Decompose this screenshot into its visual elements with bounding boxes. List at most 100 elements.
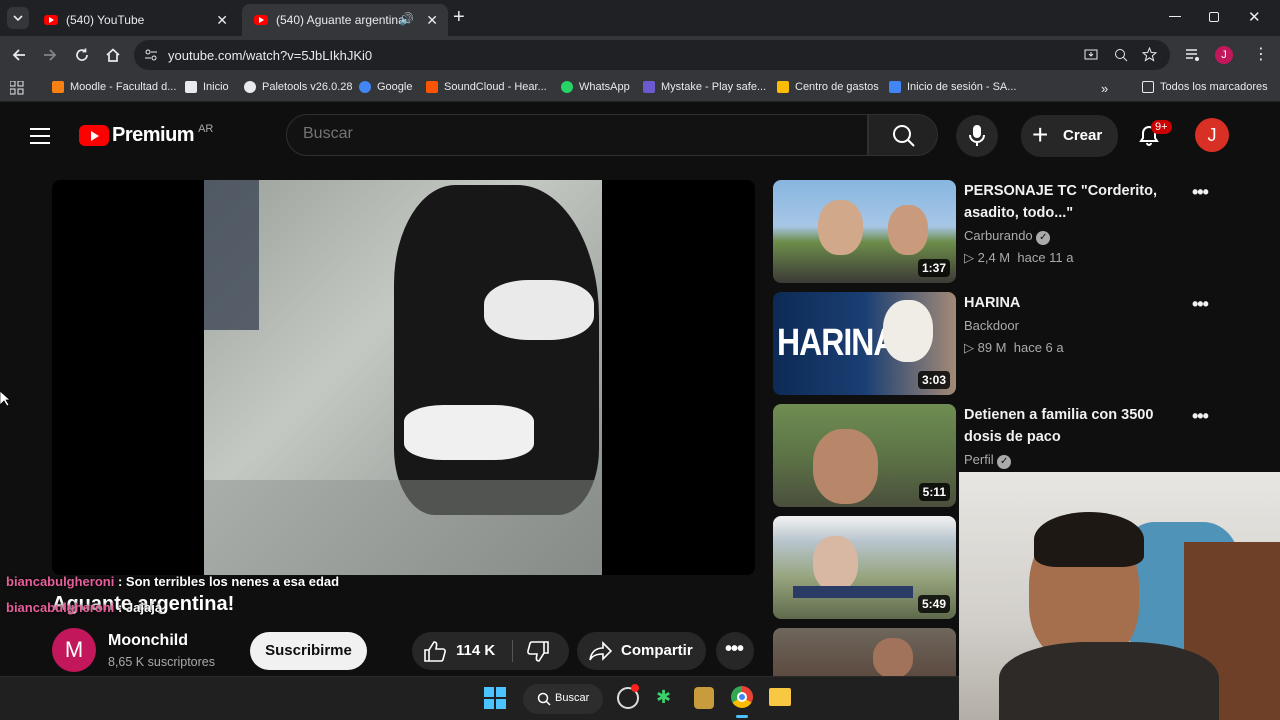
youtube-favicon-icon <box>44 15 58 25</box>
create-button[interactable]: + Crear <box>1021 115 1118 157</box>
more-horizontal-icon: ••• <box>725 638 744 660</box>
mystake-icon <box>643 81 655 93</box>
minimize-button[interactable] <box>1169 16 1181 17</box>
recommendation-channel[interactable]: Backdoor <box>964 318 1019 333</box>
channel-label: Carburando <box>964 228 1033 243</box>
all-bookmarks-folder[interactable]: Todos los marcadores <box>1142 81 1268 93</box>
recommendation-thumbnail[interactable]: HARINA 3:03 <box>773 292 956 395</box>
bookmark-paletools[interactable]: Paletools v26.0.28 <box>244 81 353 93</box>
recommendation-title[interactable]: HARINA <box>964 292 1174 314</box>
audio-playing-icon[interactable]: 🔊 <box>399 12 414 26</box>
login-icon <box>889 81 901 93</box>
media-control-icon[interactable] <box>1185 47 1201 63</box>
bookmark-moodle[interactable]: Moodle - Facultad d... <box>52 81 176 93</box>
active-app-indicator <box>736 715 748 718</box>
forward-arrow-icon[interactable] <box>41 46 59 64</box>
recommendation-channel[interactable]: Perfil ✓ <box>964 452 1012 469</box>
close-tab-icon[interactable]: ✕ <box>426 12 438 29</box>
search-box[interactable] <box>286 114 868 156</box>
bookmark-label: SoundCloud - Hear... <box>444 81 547 93</box>
more-actions-button[interactable]: ••• <box>716 632 754 670</box>
file-explorer-icon[interactable] <box>769 688 791 706</box>
browser-menu-icon[interactable]: ⋮ <box>1253 44 1269 64</box>
voice-search-button[interactable] <box>956 115 998 157</box>
windows-start-icon[interactable] <box>484 687 506 709</box>
bookmark-star-icon[interactable] <box>1142 47 1157 62</box>
restore-button[interactable] <box>1209 12 1219 22</box>
chrome-icon[interactable] <box>731 686 753 708</box>
microphone-icon <box>969 125 985 146</box>
recommendation-thumbnail[interactable]: 1:37 <box>773 180 956 283</box>
bookmark-inicio-sesion[interactable]: Inicio de sesión - SA... <box>889 81 1016 93</box>
new-tab-button[interactable]: + <box>453 6 465 29</box>
browser-tab-youtube[interactable]: (540) YouTube ✕ <box>32 4 238 36</box>
zoom-icon[interactable] <box>1114 48 1128 62</box>
tab-title: (540) Aguante argentina! - <box>276 13 406 27</box>
bookmarks-bar: Moodle - Facultad d... Inicio Paletools … <box>0 74 1280 102</box>
taskbar-search-button[interactable]: Buscar <box>523 684 603 714</box>
install-app-icon[interactable] <box>1084 48 1098 62</box>
profile-avatar[interactable]: J <box>1215 46 1233 64</box>
video-player[interactable] <box>52 180 755 575</box>
recommendation-title[interactable]: Detienen a familia con 3500 dosis de pac… <box>964 404 1174 448</box>
search-button[interactable] <box>868 114 938 156</box>
video-duration: 1:37 <box>917 259 950 277</box>
upload-age: hace 6 a <box>1013 340 1064 355</box>
youtube-premium-logo[interactable]: Premium AR <box>79 123 213 147</box>
reload-icon[interactable] <box>73 46 91 64</box>
bookmark-mystake[interactable]: Mystake - Play safe... <box>643 81 766 93</box>
bookmark-whatsapp[interactable]: WhatsApp <box>561 81 630 93</box>
youtube-favicon-icon <box>254 15 268 25</box>
bookmark-inicio[interactable]: Inicio <box>185 81 229 93</box>
recommendation-title[interactable]: PERSONAJE TC "Corderito, asadito, todo..… <box>964 180 1174 224</box>
tab-title: (540) YouTube <box>66 13 145 27</box>
search-input[interactable] <box>303 125 843 143</box>
like-button[interactable]: 114 K <box>412 632 512 670</box>
back-arrow-icon[interactable] <box>10 46 28 64</box>
recommendation-menu-icon[interactable]: ••• <box>1192 294 1209 315</box>
moodle-icon <box>52 81 64 93</box>
soundcloud-icon <box>426 81 438 93</box>
thumbs-down-icon[interactable] <box>526 641 550 663</box>
video-duration: 5:49 <box>917 595 950 613</box>
account-avatar[interactable]: J <box>1195 118 1229 152</box>
bookmark-google[interactable]: Google <box>359 81 412 93</box>
tab-search-button[interactable] <box>7 7 29 29</box>
site-info-icon[interactable] <box>144 48 158 62</box>
app-icon-league[interactable] <box>694 687 714 709</box>
bookmark-centro-gastos[interactable]: Centro de gastos <box>777 81 879 93</box>
recommendation-menu-icon[interactable]: ••• <box>1192 182 1209 203</box>
chat-username: biancabulgheroni <box>6 600 115 615</box>
bookmark-soundcloud[interactable]: SoundCloud - Hear... <box>426 81 547 93</box>
task-view-icon[interactable] <box>617 684 639 709</box>
close-window-button[interactable]: ✕ <box>1248 8 1261 26</box>
bookmark-label: Inicio de sesión - SA... <box>907 81 1017 93</box>
channel-avatar[interactable]: M <box>52 628 96 672</box>
notification-badge: 9+ <box>1151 120 1172 134</box>
windows-taskbar: Buscar ✱ <box>0 676 959 720</box>
webcam-overlay <box>959 472 1280 720</box>
subscriber-count: 8,65 K suscriptores <box>108 655 215 669</box>
apps-grid-icon[interactable] <box>10 81 24 95</box>
bookmark-label: Paletools v26.0.28 <box>262 81 353 93</box>
address-bar[interactable]: youtube.com/watch?v=5JbLIkhJKi0 <box>134 40 1170 70</box>
video-duration: 3:03 <box>917 371 950 389</box>
more-bookmarks-chevron-icon[interactable]: » <box>1101 81 1108 96</box>
youtube-play-logo-icon <box>79 125 109 146</box>
share-button[interactable]: Compartir <box>577 632 706 670</box>
browser-tab-active-video[interactable]: (540) Aguante argentina! - 🔊 ✕ <box>242 4 448 36</box>
close-tab-icon[interactable]: ✕ <box>216 12 228 29</box>
home-icon[interactable] <box>104 46 122 64</box>
recommendation-thumbnail[interactable]: 5:11 <box>773 404 956 507</box>
bookmark-label: Centro de gastos <box>795 81 879 93</box>
subscribe-button[interactable]: Suscribirme <box>250 632 367 670</box>
all-bookmarks-label: Todos los marcadores <box>1160 81 1268 93</box>
app-icon-green[interactable]: ✱ <box>656 687 676 709</box>
channel-name[interactable]: Moonchild <box>108 632 188 650</box>
recommendation-menu-icon[interactable]: ••• <box>1192 406 1209 427</box>
hamburger-menu-icon[interactable] <box>29 127 51 145</box>
notifications-button[interactable]: 9+ <box>1136 120 1172 148</box>
recommendation-thumbnail[interactable]: 5:49 <box>773 516 956 619</box>
recommendation-thumbnail[interactable] <box>773 628 956 678</box>
recommendation-channel[interactable]: Carburando ✓ <box>964 228 1051 245</box>
